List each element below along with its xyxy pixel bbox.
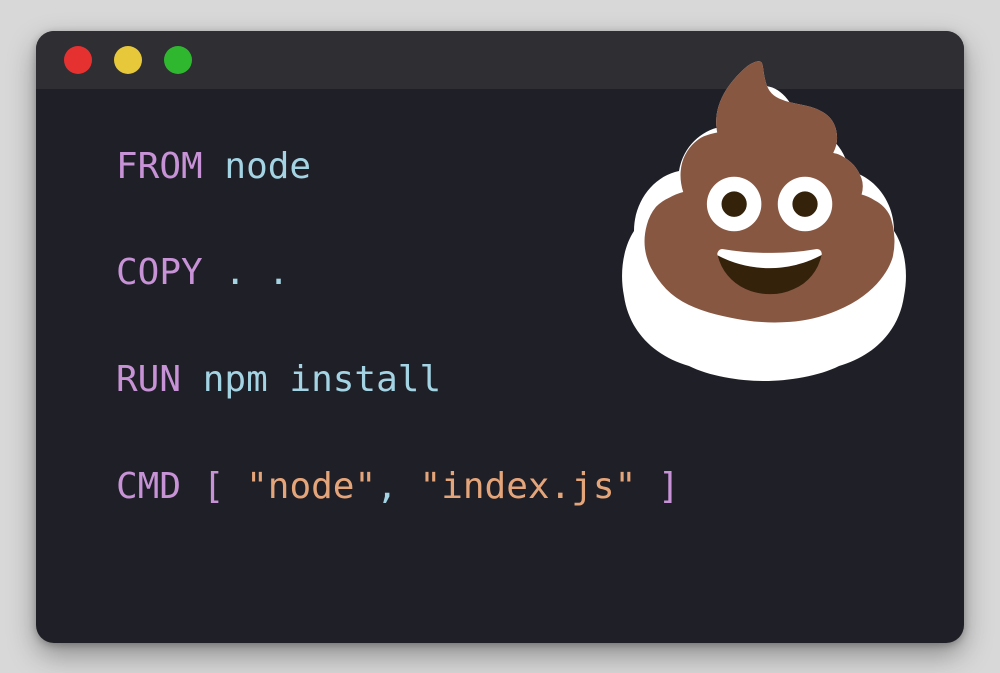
dockerfile-string: "index.js" (420, 466, 637, 507)
comma: , (376, 466, 398, 507)
dockerfile-arg: node (224, 146, 311, 187)
dockerfile-keyword: RUN (116, 359, 181, 400)
terminal-window: FROM node COPY . . RUN npm install CMD [… (36, 31, 964, 643)
poop-icon: 💩 (620, 71, 919, 311)
dockerfile-keyword: FROM (116, 146, 203, 187)
dockerfile-arg: npm install (203, 359, 441, 400)
dockerfile-arg: . . (224, 252, 289, 293)
close-button[interactable] (64, 46, 92, 74)
dockerfile-keyword: CMD (116, 466, 181, 507)
minimize-button[interactable] (114, 46, 142, 74)
bracket: [ (203, 466, 225, 507)
bracket: ] (658, 466, 680, 507)
maximize-button[interactable] (164, 46, 192, 74)
code-line-cmd: CMD [ "node", "index.js" ] (116, 464, 884, 511)
dockerfile-string: "node" (246, 466, 376, 507)
dockerfile-keyword: COPY (116, 252, 203, 293)
